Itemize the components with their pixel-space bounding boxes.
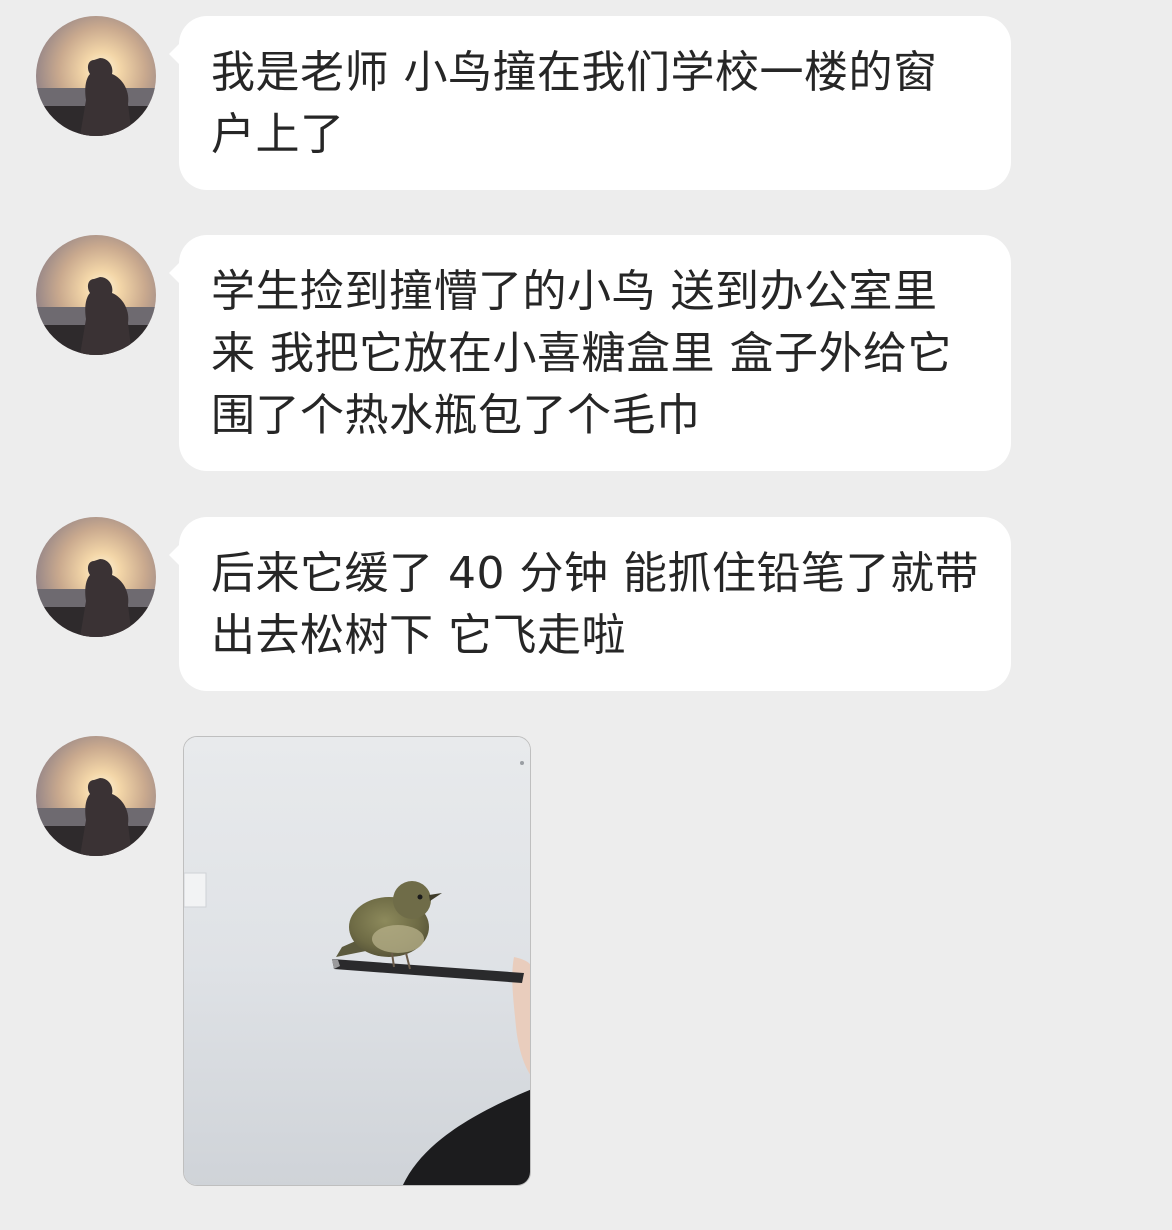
sender-avatar[interactable] xyxy=(36,736,156,856)
bird-photo xyxy=(184,737,530,1185)
sender-avatar[interactable] xyxy=(36,517,156,637)
sender-avatar[interactable] xyxy=(36,16,156,136)
avatar-icon xyxy=(36,235,156,355)
message-bubble[interactable]: 学生捡到撞懵了的小鸟 送到办公室里来 我把它放在小喜糖盒里 盒子外给它围了个热水… xyxy=(169,235,1011,471)
message-text: 后来它缓了 40 分钟 能抓住铅笔了就带出去松树下 它飞走啦 xyxy=(211,548,979,661)
sender-avatar[interactable] xyxy=(36,235,156,355)
message-text: 学生捡到撞懵了的小鸟 送到办公室里来 我把它放在小喜糖盒里 盒子外给它围了个热水… xyxy=(211,266,952,441)
avatar-icon xyxy=(36,736,156,856)
message-bubble[interactable]: 后来它缓了 40 分钟 能抓住铅笔了就带出去松树下 它飞走啦 xyxy=(169,517,1011,691)
image-message[interactable] xyxy=(183,736,531,1186)
chat-view: 我是老师 小鸟撞在我们学校一楼的窗户上了 学生捡到撞懵了的小鸟 送到办公室里来 … xyxy=(0,0,1172,1230)
message-text: 我是老师 小鸟撞在我们学校一楼的窗户上了 xyxy=(211,47,938,160)
avatar-icon xyxy=(36,517,156,637)
message-bubble[interactable]: 我是老师 小鸟撞在我们学校一楼的窗户上了 xyxy=(169,16,1011,190)
avatar-icon xyxy=(36,16,156,136)
